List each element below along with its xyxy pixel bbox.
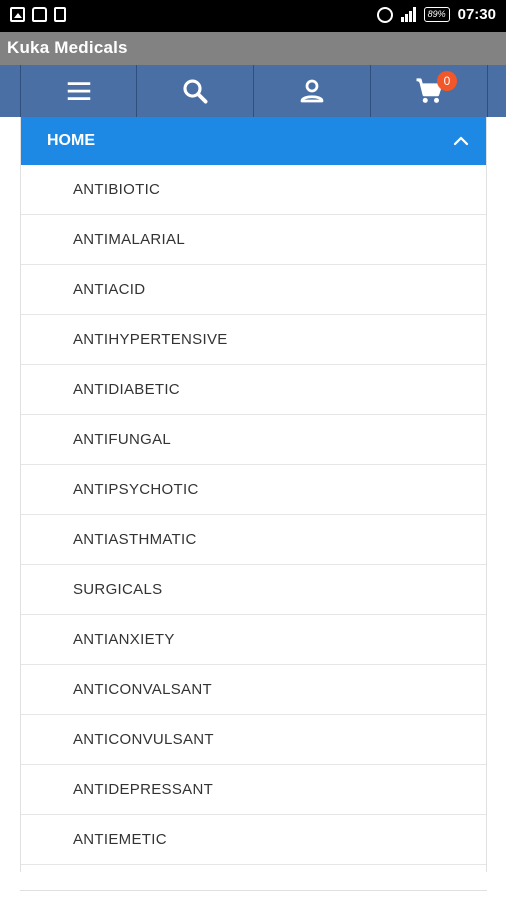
menu-item-antiasthmatic[interactable]: ANTIASTHMATIC — [21, 515, 486, 565]
menu-icon — [67, 82, 90, 100]
menu-item-antianxiety[interactable]: ANTIANXIETY — [21, 615, 486, 665]
menu-item-antidiabetic[interactable]: ANTIDIABETIC — [21, 365, 486, 415]
menu-button[interactable] — [20, 65, 137, 117]
alarm-icon — [376, 6, 393, 23]
clock: 07:30 — [457, 6, 496, 23]
app-title: Kuka Medicals — [7, 38, 128, 57]
menu-item-anticonvulsant[interactable]: ANTICONVULSANT — [21, 715, 486, 765]
content-card-edge — [20, 890, 487, 900]
battery-indicator: 89% — [423, 7, 450, 22]
menu-item-anticonvalsant[interactable]: ANTICONVALSANT — [21, 665, 486, 715]
shopping-bag-notification-icon — [32, 7, 47, 22]
menu-header-label: HOME — [47, 132, 95, 149]
search-icon — [183, 79, 208, 104]
menu-item-antibiotic[interactable]: ANTIBIOTIC — [21, 165, 486, 215]
app-title-bar: Kuka Medicals — [0, 32, 506, 65]
signal-icon — [400, 7, 416, 22]
menu-item-antiacid[interactable]: ANTIACID — [21, 265, 486, 315]
document-notification-icon — [54, 7, 66, 22]
nav-bar: 0 — [0, 65, 506, 117]
chevron-up-icon[interactable] — [452, 132, 470, 150]
account-button[interactable] — [254, 65, 371, 117]
menu-item-antiemetic[interactable]: ANTIEMETIC — [21, 815, 486, 865]
menu-item-antipsychotic[interactable]: ANTIPSYCHOTIC — [21, 465, 486, 515]
image-notification-icon — [10, 7, 25, 22]
status-bar: 89% 07:30 — [0, 0, 506, 32]
system-indicators: 89% 07:30 — [376, 6, 496, 23]
category-menu: HOME ANTIBIOTIC ANTIMALARIAL ANTIACID AN… — [20, 117, 487, 872]
menu-item-antimalarial[interactable]: ANTIMALARIAL — [21, 215, 486, 265]
menu-item-antidepressant[interactable]: ANTIDEPRESSANT — [21, 765, 486, 815]
account-icon — [300, 79, 324, 103]
menu-item-antifungal[interactable]: ANTIFUNGAL — [21, 415, 486, 465]
cart-button[interactable]: 0 — [371, 65, 488, 117]
cart-count-badge: 0 — [437, 71, 457, 91]
menu-item-surgicals[interactable]: SURGICALS — [21, 565, 486, 615]
menu-header-home[interactable]: HOME — [21, 117, 486, 165]
menu-item-antihypertensive[interactable]: ANTIHYPERTENSIVE — [21, 315, 486, 365]
notification-icons — [10, 7, 66, 22]
search-button[interactable] — [137, 65, 254, 117]
